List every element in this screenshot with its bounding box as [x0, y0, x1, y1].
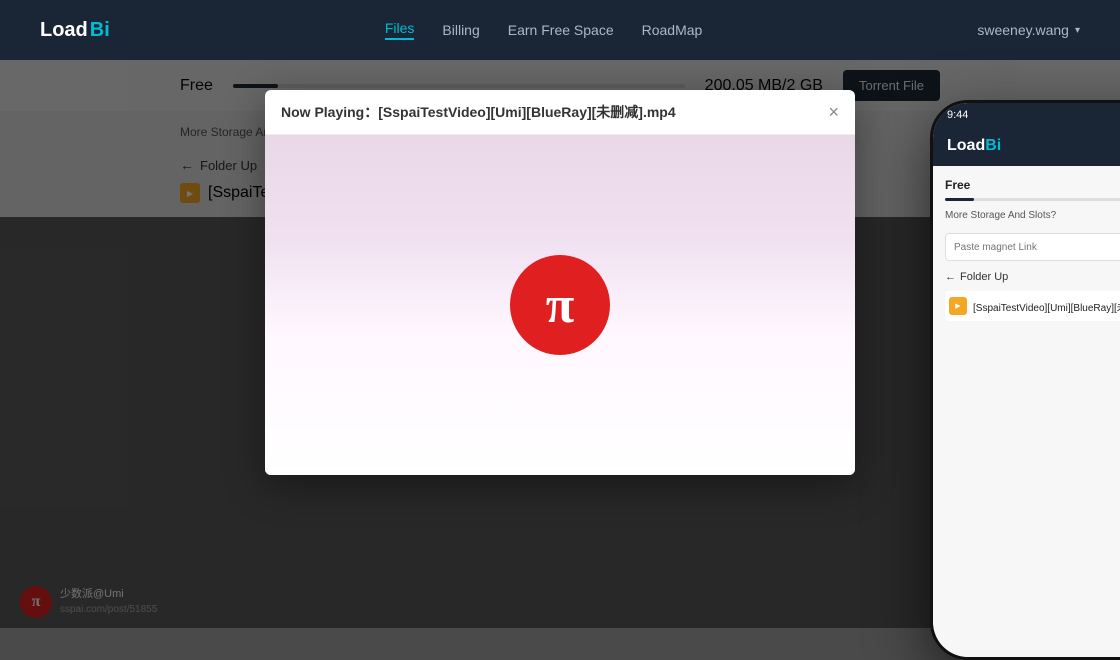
phone-file-left: ▶ [SspaiTestVideo][Umi][BlueRay][未删减].mp… — [949, 297, 1120, 315]
main-area: Free 200.05 MB/2 GB Torrent File More St… — [0, 60, 1120, 628]
navbar: LoadBi Files Billing Earn Free Space Roa… — [0, 0, 1120, 60]
phone-status-bar: 9:44 0.84K/s ★ 95% — [933, 103, 1120, 127]
phone-folder-up-arrow: ← — [945, 271, 956, 283]
phone-navbar: LoadBi ☰ — [933, 127, 1120, 166]
logo-load: Load — [40, 19, 88, 42]
phone-storage-row: Free 200.05 MB/2 GB — [945, 176, 1120, 194]
phone-logo: LoadBi — [947, 137, 1001, 155]
phone-storage-label: Free — [945, 178, 970, 192]
nav-earn-free-space[interactable]: Earn Free Space — [508, 22, 614, 38]
phone-magnet-input[interactable] — [945, 233, 1120, 261]
modal-title: Now Playing：[SspaiTestVideo][Umi][BlueRa… — [281, 102, 676, 122]
phone-file-icon: ▶ — [949, 297, 967, 315]
user-dropdown-caret: ▾ — [1075, 25, 1080, 36]
logo: LoadBi — [40, 19, 110, 42]
phone-progress-fill — [945, 198, 974, 201]
phone-folder-up-label: Folder Up — [960, 271, 1008, 283]
phone-body: 9:44 0.84K/s ★ 95% LoadBi ☰ — [930, 100, 1120, 660]
phone-file-icon-char: ▶ — [955, 302, 960, 310]
phone-file-name: [SspaiTestVideo][Umi][BlueRay][未删减].mp4 — [973, 299, 1120, 314]
video-modal: Now Playing：[SspaiTestVideo][Umi][BlueRa… — [265, 90, 855, 475]
modal-close-button[interactable]: × — [828, 103, 839, 121]
nav-links: Files Billing Earn Free Space RoadMap — [385, 20, 702, 40]
phone-content: Free 200.05 MB/2 GB More Storage And Slo… — [933, 166, 1120, 657]
modal-body: π — [265, 135, 855, 475]
nav-roadmap[interactable]: RoadMap — [642, 22, 703, 38]
phone-screen: 9:44 0.84K/s ★ 95% LoadBi ☰ — [933, 103, 1120, 657]
phone-progress-bar — [945, 198, 1120, 201]
pi-logo: π — [510, 255, 610, 355]
user-menu[interactable]: sweeney.wang ▾ — [977, 22, 1080, 38]
username: sweeney.wang — [977, 22, 1069, 38]
phone-time: 9:44 — [947, 109, 968, 121]
modal-overlay: Now Playing：[SspaiTestVideo][Umi][BlueRa… — [0, 60, 1120, 628]
logo-bi: Bi — [90, 19, 110, 42]
phone-more-storage: More Storage And Slots? — [945, 210, 1056, 221]
modal-header: Now Playing：[SspaiTestVideo][Umi][BlueRa… — [265, 90, 855, 135]
phone-mockup: 9:44 0.84K/s ★ 95% LoadBi ☰ — [930, 100, 1120, 660]
phone-magnet-row: + ↑ — [945, 233, 1120, 261]
phone-logo-load: Load — [947, 137, 985, 155]
phone-file-row[interactable]: ▶ [SspaiTestVideo][Umi][BlueRay][未删减].mp… — [945, 291, 1120, 321]
phone-folder-up[interactable]: ← Folder Up — [945, 271, 1120, 283]
nav-billing[interactable]: Billing — [442, 22, 479, 38]
phone-logo-bi: Bi — [985, 137, 1001, 155]
phone-more-storage-row: More Storage And Slots? + Upgrade — [945, 205, 1120, 223]
nav-files[interactable]: Files — [385, 20, 415, 40]
